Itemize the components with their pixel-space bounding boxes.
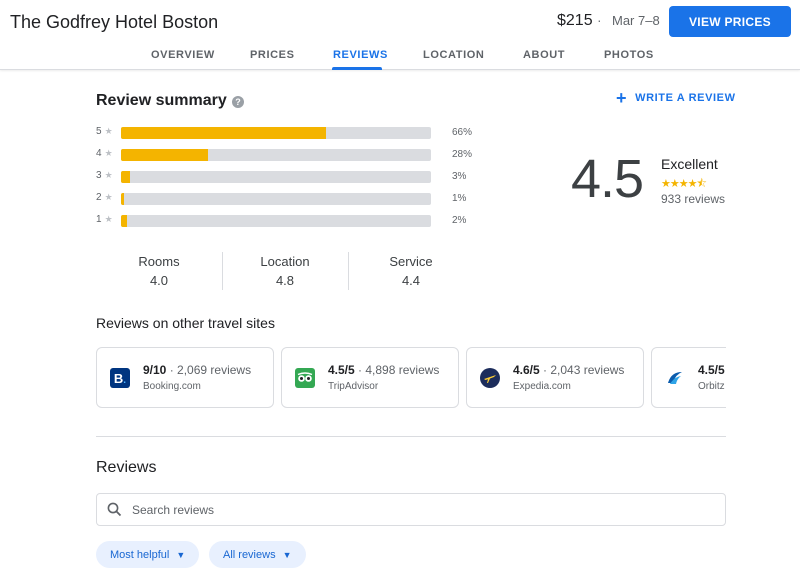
site-review-count: 2,069 reviews	[177, 363, 252, 377]
price: $215	[557, 12, 593, 29]
sub-score-rooms: Rooms 4.0	[96, 254, 222, 288]
site-name: Orbitz	[698, 381, 725, 392]
site-name: Expedia.com	[513, 381, 571, 392]
bar-fill	[121, 149, 208, 161]
section-divider	[96, 436, 726, 437]
percent-label: 1%	[452, 193, 467, 204]
sub-score-name: Service	[389, 254, 433, 269]
bar-track	[121, 171, 431, 183]
help-icon[interactable]: ?	[232, 96, 244, 108]
tripadvisor-icon	[295, 368, 315, 388]
sub-score-location: Location 4.8	[222, 254, 348, 288]
tab-photos[interactable]: PHOTOS	[604, 49, 654, 61]
sort-dropdown[interactable]: Most helpful ▼	[96, 541, 200, 568]
sub-score-value: 4.0	[149, 273, 169, 288]
rating-bar-4: 4 ★ 28%	[96, 148, 476, 162]
sub-score-service: Service 4.4	[348, 254, 474, 288]
rating-bar-5: 5 ★ 66%	[96, 126, 476, 140]
bar-track	[121, 193, 431, 205]
sub-score-value: 4.8	[275, 273, 295, 288]
star-icon: ★	[104, 148, 113, 158]
sort-label: Most helpful	[110, 548, 170, 561]
hotel-name: The Godfrey Hotel Boston	[10, 12, 219, 32]
star-icon: ★	[104, 214, 113, 224]
bar-track	[121, 215, 431, 227]
site-card-booking[interactable]: B. 9/10 · 2,069 reviews Booking.com	[96, 347, 274, 408]
bar-track	[121, 149, 431, 161]
active-tab-indicator	[332, 67, 382, 70]
bar-fill	[121, 127, 326, 139]
percent-label: 28%	[452, 149, 473, 160]
star-label: 3 ★	[96, 170, 113, 181]
star-label: 2 ★	[96, 192, 113, 203]
site-score: 9/10	[143, 363, 167, 377]
site-name: TripAdvisor	[328, 381, 379, 392]
other-sites-title: Reviews on other travel sites	[96, 315, 275, 331]
reviews-title: Reviews	[96, 459, 157, 476]
tab-bar: OVERVIEW PRICES REVIEWS LOCATION ABOUT P…	[0, 44, 800, 70]
filter-label: All reviews	[223, 548, 276, 561]
star-number: 2	[96, 192, 102, 203]
site-review-count: 4,898 reviews	[365, 363, 440, 377]
rating-label: Excellent	[661, 156, 718, 172]
star-icon: ★	[104, 192, 113, 202]
separator-dot: ·	[597, 12, 602, 28]
star-number: 3	[96, 170, 102, 181]
write-review-label: WRITE A REVIEW	[635, 92, 736, 104]
review-count: 933 reviews	[661, 192, 726, 206]
site-card-expedia[interactable]: 4.6/5 · 2,043 reviews Expedia.com	[466, 347, 644, 408]
star-label: 4 ★	[96, 148, 113, 159]
site-score: 4.5/5	[698, 363, 725, 377]
review-summary-title: Review summary	[96, 92, 227, 109]
star-icon: ★	[104, 126, 113, 136]
tab-prices[interactable]: PRICES	[250, 49, 295, 61]
search-placeholder: Search reviews	[132, 503, 215, 517]
site-card-orbitz[interactable]: 4.5/5 Orbitz	[651, 347, 726, 408]
bar-fill	[121, 215, 128, 227]
plus-icon: +	[616, 88, 628, 108]
caret-down-icon: ▼	[282, 549, 292, 560]
star-number: 5	[96, 126, 102, 137]
rating-bar-3: 3 ★ 3%	[96, 170, 476, 184]
site-name: Booking.com	[143, 381, 201, 392]
tab-overview[interactable]: OVERVIEW	[151, 49, 215, 61]
percent-label: 3%	[452, 171, 467, 182]
site-score: 4.5/5	[328, 363, 355, 377]
site-card-tripadvisor[interactable]: 4.5/5 · 4,898 reviews TripAdvisor	[281, 347, 459, 408]
search-icon	[107, 502, 122, 522]
expedia-icon	[480, 368, 500, 388]
sub-score-value: 4.4	[401, 273, 421, 288]
bar-track	[121, 127, 431, 139]
rating-bar-2: 2 ★ 1%	[96, 192, 476, 206]
date-range[interactable]: Mar 7–8	[612, 13, 660, 28]
percent-label: 66%	[452, 127, 473, 138]
view-prices-button[interactable]: VIEW PRICES	[669, 6, 791, 37]
orbitz-icon	[665, 368, 685, 388]
site-review-count: 2,043 reviews	[550, 363, 625, 377]
write-review-button[interactable]: + WRITE A REVIEW	[616, 88, 736, 108]
percent-label: 2%	[452, 215, 467, 226]
filter-dropdown[interactable]: All reviews ▼	[209, 541, 306, 568]
star-icon: ★	[104, 170, 113, 180]
sub-score-name: Location	[260, 254, 310, 269]
tab-location[interactable]: LOCATION	[423, 49, 484, 61]
star-label: 1 ★	[96, 214, 113, 225]
search-reviews-input[interactable]: Search reviews	[96, 493, 726, 526]
tab-about[interactable]: ABOUT	[523, 49, 565, 61]
rating-bar-1: 1 ★ 2%	[96, 214, 476, 228]
caret-down-icon: ▼	[176, 549, 186, 560]
site-score: 4.6/5	[513, 363, 540, 377]
other-sites-carousel: B. 9/10 · 2,069 reviews Booking.com 4.5/…	[96, 340, 726, 415]
sub-score-name: Rooms	[138, 254, 180, 269]
booking-icon: B.	[110, 368, 130, 388]
star-label: 5 ★	[96, 126, 113, 137]
star-number: 1	[96, 214, 102, 225]
star-number: 4	[96, 148, 102, 159]
bar-fill	[121, 193, 125, 205]
tab-reviews[interactable]: REVIEWS	[333, 49, 388, 61]
bar-fill	[121, 171, 131, 183]
overall-rating: 4.5	[571, 149, 644, 209]
hotel-header: The Godfrey Hotel Boston $215 · Mar 7–8 …	[0, 0, 800, 70]
